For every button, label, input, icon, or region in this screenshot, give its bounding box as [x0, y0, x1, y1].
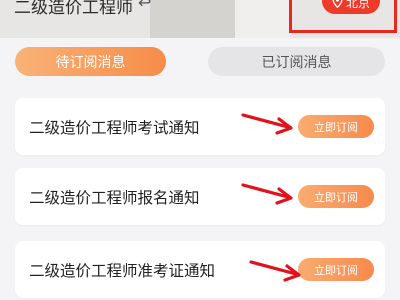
city-label: 北京 — [345, 0, 370, 10]
city-selector-button[interactable]: 北京 — [322, 0, 380, 14]
notice-title: 二级造价工程师考试通知 — [29, 118, 200, 137]
page-title: 二级造价工程师 — [14, 0, 133, 18]
header-bar: 二级造价工程师 ↩ 北京 — [0, 0, 400, 38]
switch-arrow-icon[interactable]: ↩ — [138, 0, 151, 12]
subscribe-button[interactable]: 立即订阅 — [298, 258, 374, 281]
notice-card-registration: 二级造价工程师报名通知 立即订阅 — [15, 168, 385, 225]
notice-title: 二级造价工程师报名通知 — [29, 188, 200, 207]
city-highlight-box: 北京 — [289, 0, 397, 33]
subscribe-button[interactable]: 立即订阅 — [298, 185, 374, 208]
notice-title: 二级造价工程师准考证通知 — [29, 261, 216, 280]
location-pin-icon — [332, 0, 343, 11]
annotation-arrow-icon — [241, 113, 293, 135]
tab-subscribed[interactable]: 已订阅消息 — [208, 47, 385, 76]
header-background-image — [150, 0, 240, 38]
notice-card-exam: 二级造价工程师考试通知 立即订阅 — [15, 98, 385, 155]
annotation-arrow-icon — [249, 260, 301, 282]
annotation-arrow-icon — [241, 183, 293, 205]
tab-pending-subscription[interactable]: 待订阅消息 — [15, 47, 166, 76]
header-background-image-light — [235, 0, 290, 38]
subscription-tabs: 待订阅消息 已订阅消息 — [15, 47, 385, 76]
subscribe-button[interactable]: 立即订阅 — [298, 115, 374, 138]
notice-card-admission-ticket: 二级造价工程师准考证通知 立即订阅 — [15, 241, 385, 298]
